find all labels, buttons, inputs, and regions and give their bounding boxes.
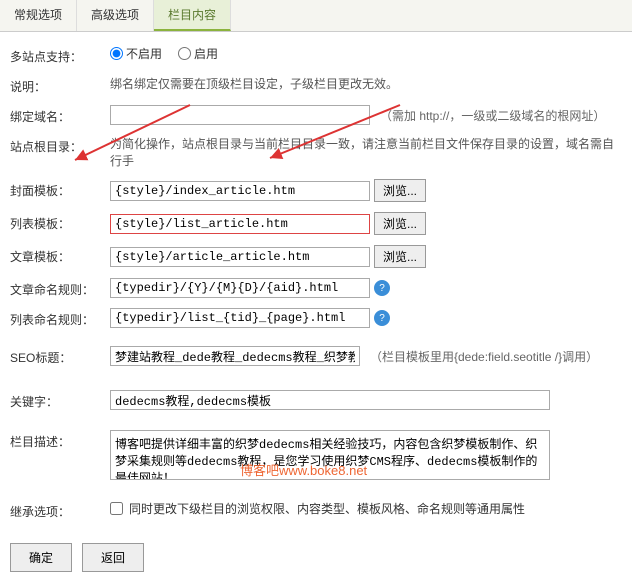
help-icon[interactable]: ? bbox=[374, 280, 390, 296]
tab-content[interactable]: 栏目内容 bbox=[154, 0, 231, 31]
cover-browse-button[interactable]: 浏览... bbox=[374, 179, 426, 202]
label-list: 列表模板： bbox=[10, 212, 110, 232]
watermark: 博客吧www.boke8.net bbox=[240, 460, 367, 479]
inherit-text: 同时更改下级栏目的浏览权限、内容类型、模板风格、命名规则等通用属性 bbox=[129, 500, 525, 517]
label-multisite: 多站点支持： bbox=[10, 45, 110, 65]
ok-button[interactable]: 确定 bbox=[10, 543, 72, 572]
label-descr: 栏目描述： bbox=[10, 430, 110, 450]
list-input[interactable] bbox=[110, 214, 370, 234]
label-keywords: 关键字： bbox=[10, 390, 110, 410]
label-listrule: 列表命名规则： bbox=[10, 308, 110, 328]
domain-hint: （需加 http://，一级或二级域名的根网址） bbox=[380, 107, 605, 124]
label-cover: 封面模板： bbox=[10, 179, 110, 199]
keywords-input[interactable] bbox=[110, 390, 550, 410]
radio-on-label[interactable]: 启用 bbox=[178, 45, 218, 62]
radio-off[interactable] bbox=[110, 47, 123, 60]
label-domain: 绑定域名： bbox=[10, 105, 110, 125]
root-text: 为简化操作，站点根目录与当前栏目目录一致，请注意当前栏目文件保存目录的设置，域名… bbox=[110, 135, 622, 169]
domain-input[interactable] bbox=[110, 105, 370, 125]
back-button[interactable]: 返回 bbox=[82, 543, 144, 572]
label-seo: SEO标题： bbox=[10, 346, 110, 366]
tab-general[interactable]: 常规选项 bbox=[0, 0, 77, 31]
cover-input[interactable] bbox=[110, 181, 370, 201]
article-input[interactable] bbox=[110, 247, 370, 267]
label-desc: 说明： bbox=[10, 75, 110, 95]
seo-input[interactable] bbox=[110, 346, 360, 366]
artrule-input[interactable] bbox=[110, 278, 370, 298]
label-inherit: 继承选项： bbox=[10, 500, 110, 520]
list-browse-button[interactable]: 浏览... bbox=[374, 212, 426, 235]
label-root: 站点根目录： bbox=[10, 135, 110, 155]
desc-text: 绑名绑定仅需要在顶级栏目设定，子级栏目更改无效。 bbox=[110, 75, 622, 92]
label-artrule: 文章命名规则： bbox=[10, 278, 110, 298]
tab-advanced[interactable]: 高级选项 bbox=[77, 0, 154, 31]
label-article: 文章模板： bbox=[10, 245, 110, 265]
help-icon[interactable]: ? bbox=[374, 310, 390, 326]
article-browse-button[interactable]: 浏览... bbox=[374, 245, 426, 268]
radio-off-label[interactable]: 不启用 bbox=[110, 45, 162, 62]
inherit-checkbox[interactable] bbox=[110, 502, 123, 515]
listrule-input[interactable] bbox=[110, 308, 370, 328]
tabs: 常规选项 高级选项 栏目内容 bbox=[0, 0, 632, 32]
seo-hint: （栏目模板里用{dede:field.seotitle /}调用） bbox=[370, 348, 598, 365]
radio-on[interactable] bbox=[178, 47, 191, 60]
